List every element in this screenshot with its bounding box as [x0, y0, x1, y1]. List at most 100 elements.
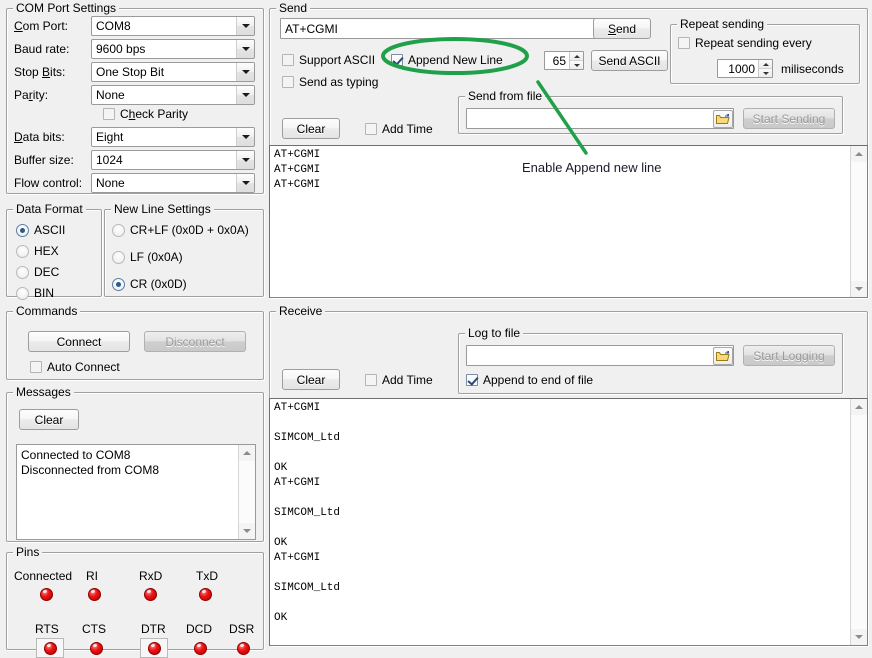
- scrollbar-track[interactable]: [851, 415, 867, 629]
- start-logging-button[interactable]: Start Logging: [743, 345, 835, 366]
- append-new-line-checkbox[interactable]: Append New Line: [391, 53, 503, 67]
- log-to-file-path-input[interactable]: [466, 345, 734, 366]
- send-title: Send: [276, 2, 310, 15]
- flow-control-label: Flow control:: [14, 176, 82, 190]
- spinner-up-icon[interactable]: [570, 52, 583, 60]
- check-parity-checkbox[interactable]: Check Parity: [103, 107, 188, 121]
- connect-button[interactable]: Connect: [28, 331, 130, 352]
- commands-title-text: Commands: [16, 304, 77, 318]
- chevron-down-icon[interactable]: [236, 174, 254, 192]
- com-port-combo[interactable]: COM8: [91, 16, 255, 36]
- scroll-up-icon[interactable]: [851, 146, 867, 162]
- send-log-scrollbar[interactable]: [850, 146, 867, 297]
- spinner-down-icon[interactable]: [759, 68, 772, 77]
- receive-log-scrollbar[interactable]: [850, 399, 867, 645]
- scroll-up-icon[interactable]: [851, 399, 867, 415]
- chevron-down-icon[interactable]: [236, 128, 254, 146]
- append-to-end-of-file-checkbox[interactable]: Append to end of file: [466, 373, 593, 387]
- baud-rate-combo[interactable]: 9600 bps: [91, 39, 255, 59]
- receive-log-text: AT+CGMI SIMCOM_Ltd OK AT+CGMI SIMCOM_Ltd…: [274, 401, 849, 643]
- scrollbar-track[interactable]: [851, 162, 867, 281]
- messages-listbox[interactable]: Connected to COM8 Disconnected from COM8: [16, 444, 256, 540]
- send-add-time-checkbox[interactable]: Add Time: [365, 122, 433, 136]
- scroll-down-icon[interactable]: [239, 523, 255, 539]
- chevron-down-icon[interactable]: [236, 151, 254, 169]
- folder-open-icon[interactable]: [713, 110, 733, 128]
- repeat-interval-spinner[interactable]: 1000: [717, 59, 773, 78]
- radio-label: DEC: [34, 265, 59, 279]
- pin-led-dsr: [237, 642, 250, 655]
- data-bits-combo[interactable]: Eight: [91, 127, 255, 147]
- spinner-buttons[interactable]: [758, 60, 772, 77]
- send-button[interactable]: Send: [593, 18, 651, 39]
- spinner-down-icon[interactable]: [570, 60, 583, 69]
- spinner-up-icon[interactable]: [759, 60, 772, 68]
- radio-dot: [16, 287, 29, 300]
- data-bits-value: Eight: [96, 130, 236, 144]
- support-ascii-label: Support ASCII: [299, 53, 375, 67]
- radio-label: CR (0x0D): [130, 277, 187, 291]
- send-clear-button[interactable]: Clear: [282, 118, 340, 139]
- baud-rate-label: Baud rate:: [14, 42, 69, 56]
- radio-newline-cr[interactable]: CR (0x0D): [112, 277, 187, 291]
- receive-title: Receive: [276, 305, 325, 318]
- checkbox-box: [30, 361, 42, 373]
- checkbox-box: [391, 54, 403, 66]
- pin-label-dtr: DTR: [141, 622, 166, 636]
- send-group: Send AT+CGMI Send Support ASCII Append N…: [269, 2, 868, 298]
- send-from-file-path-input[interactable]: [466, 108, 734, 129]
- disconnect-button[interactable]: Disconnect: [144, 331, 246, 352]
- radio-newline-crlf[interactable]: CR+LF (0x0D + 0x0A): [112, 223, 249, 237]
- com-port-label: Com Port:: [14, 19, 68, 33]
- radio-newline-lf[interactable]: LF (0x0A): [112, 250, 183, 264]
- pin-led-txd: [199, 588, 212, 601]
- chevron-down-icon[interactable]: [236, 86, 254, 104]
- spinner-buttons[interactable]: [569, 52, 583, 69]
- receive-add-time-checkbox[interactable]: Add Time: [365, 373, 433, 387]
- pin-label-dcd: DCD: [186, 622, 212, 636]
- receive-log-terminal[interactable]: AT+CGMI SIMCOM_Ltd OK AT+CGMI SIMCOM_Ltd…: [269, 398, 868, 646]
- messages-title: Messages: [13, 386, 74, 399]
- pin-led-rts: [44, 642, 57, 655]
- parity-combo[interactable]: None: [91, 85, 255, 105]
- send-add-time-label: Add Time: [382, 122, 433, 136]
- send-command-input[interactable]: AT+CGMI: [280, 18, 597, 39]
- start-sending-button[interactable]: Start Sending: [743, 108, 835, 129]
- chevron-down-icon[interactable]: [236, 17, 254, 35]
- chevron-down-icon[interactable]: [236, 40, 254, 58]
- scroll-down-icon[interactable]: [851, 281, 867, 297]
- repeat-sending-checkbox[interactable]: Repeat sending every: [678, 36, 812, 50]
- receive-clear-button[interactable]: Clear: [282, 369, 340, 390]
- messages-scrollbar[interactable]: [238, 445, 255, 539]
- send-as-typing-label: Send as typing: [299, 75, 378, 89]
- send-ascii-button[interactable]: Send ASCII: [591, 50, 668, 71]
- buffer-size-combo[interactable]: 1024: [91, 150, 255, 170]
- append-to-end-of-file-label: Append to end of file: [483, 373, 593, 387]
- radio-data-format-hex[interactable]: HEX: [16, 244, 59, 258]
- radio-data-format-ascii[interactable]: ASCII: [16, 223, 65, 237]
- parity-label: Parity:: [14, 88, 48, 102]
- scrollbar-track[interactable]: [239, 461, 255, 523]
- repeat-sending-title: Repeat sending: [677, 18, 767, 31]
- scroll-down-icon[interactable]: [851, 629, 867, 645]
- scroll-up-icon[interactable]: [239, 445, 255, 461]
- commands-title: Commands: [13, 305, 80, 318]
- ascii-code-spinner[interactable]: 65: [544, 51, 584, 70]
- auto-connect-checkbox[interactable]: Auto Connect: [30, 360, 120, 374]
- checkbox-box: [365, 123, 377, 135]
- pin-label-cts: CTS: [82, 622, 106, 636]
- chevron-down-icon[interactable]: [236, 63, 254, 81]
- radio-label: BIN: [34, 286, 54, 300]
- radio-data-format-bin[interactable]: BIN: [16, 286, 54, 300]
- flow-control-combo[interactable]: None: [91, 173, 255, 193]
- support-ascii-checkbox[interactable]: Support ASCII: [282, 53, 375, 67]
- stop-bits-combo[interactable]: One Stop Bit: [91, 62, 255, 82]
- radio-data-format-dec[interactable]: DEC: [16, 265, 59, 279]
- radio-label: LF (0x0A): [130, 250, 183, 264]
- send-as-typing-checkbox[interactable]: Send as typing: [282, 75, 378, 89]
- pin-label-rts: RTS: [35, 622, 59, 636]
- new-line-settings-group: New Line Settings CR+LF (0x0D + 0x0A) LF…: [104, 203, 264, 297]
- checkbox-box: [282, 54, 294, 66]
- messages-clear-button[interactable]: Clear: [19, 409, 79, 430]
- folder-open-icon[interactable]: [713, 347, 733, 365]
